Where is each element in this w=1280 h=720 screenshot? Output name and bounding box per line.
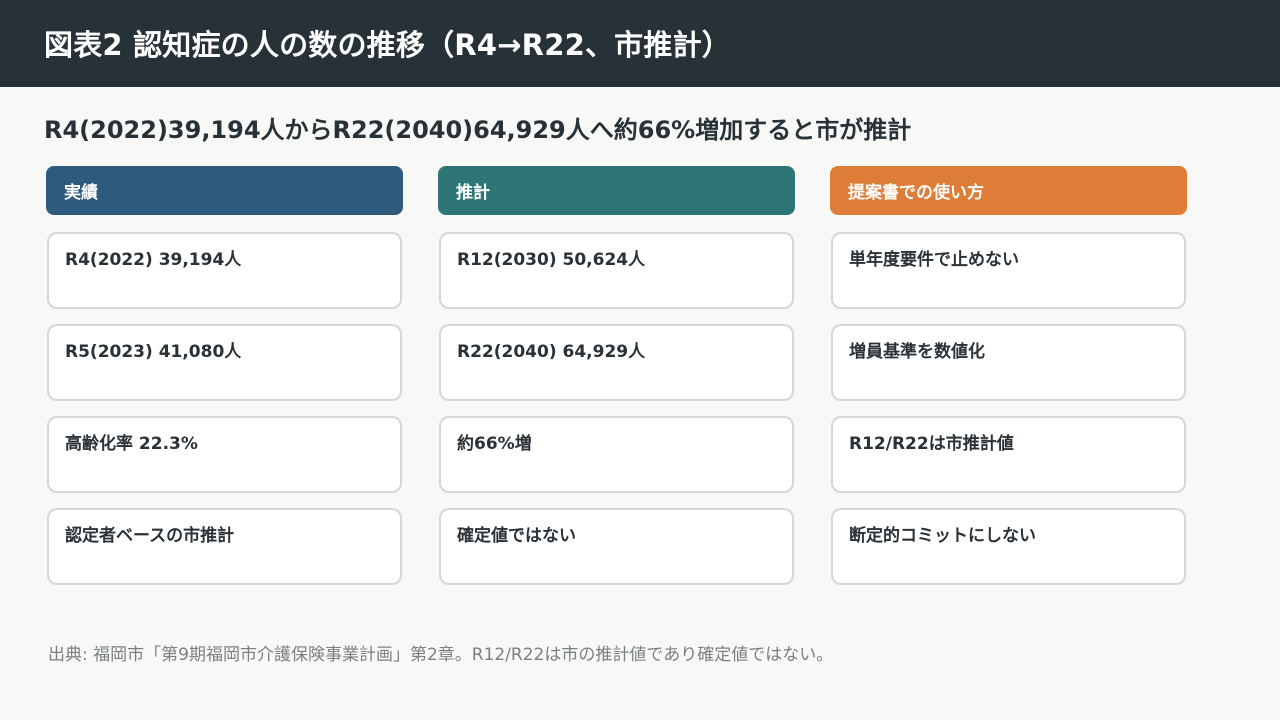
column-usage: 提案書での使い方 単年度要件で止めない 増員基準を数値化 R12/R22は市推計… [830,166,1187,585]
card-estimate-4: 確定値ではない [439,508,794,585]
card-usage-3: R12/R22は市推計値 [831,416,1186,493]
card-actual-2: R5(2023) 41,080人 [47,324,402,401]
card-usage-2: 増員基準を数値化 [831,324,1186,401]
page-title: 図表2 認知症の人の数の推移（R4→R22、市推計） [44,28,731,62]
card-actual-1: R4(2022) 39,194人 [47,232,402,309]
title-bar: 図表2 認知症の人の数の推移（R4→R22、市推計） [0,0,1280,87]
page-subtitle: R4(2022)39,194人からR22(2040)64,929人へ約66%増加… [44,116,912,144]
column-header-actual: 実績 [46,166,403,215]
column-header-usage: 提案書での使い方 [830,166,1187,215]
card-actual-3: 高齢化率 22.3% [47,416,402,493]
source-note: 出典: 福岡市「第9期福岡市介護保険事業計画」第2章。R12/R22は市の推計値… [48,645,834,665]
card-estimate-3: 約66%増 [439,416,794,493]
column-header-estimate: 推計 [438,166,795,215]
column-actual: 実績 R4(2022) 39,194人 R5(2023) 41,080人 高齢化… [46,166,403,585]
card-usage-4: 断定的コミットにしない [831,508,1186,585]
card-estimate-1: R12(2030) 50,624人 [439,232,794,309]
card-estimate-2: R22(2040) 64,929人 [439,324,794,401]
card-actual-4: 認定者ベースの市推計 [47,508,402,585]
card-usage-1: 単年度要件で止めない [831,232,1186,309]
column-estimate: 推計 R12(2030) 50,624人 R22(2040) 64,929人 約… [438,166,795,585]
